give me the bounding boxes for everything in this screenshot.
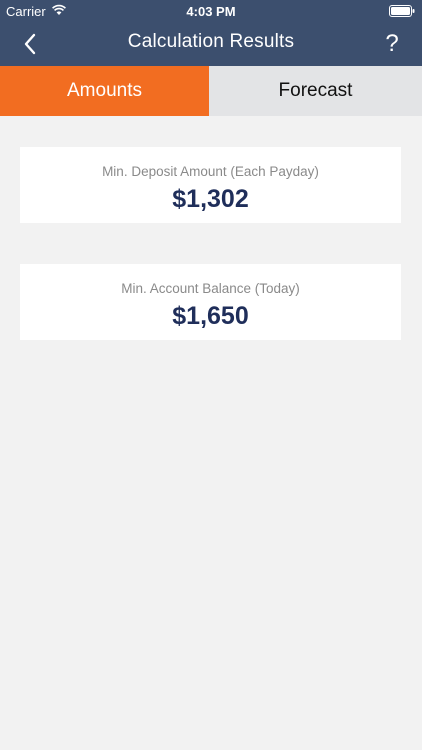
- account-balance-label: Min. Account Balance (Today): [121, 281, 300, 296]
- status-bar: Carrier 4:03 PM: [0, 0, 422, 22]
- tab-amounts[interactable]: Amounts: [0, 66, 209, 116]
- top-bar: Carrier 4:03 PM Calculation Results ?: [0, 0, 422, 66]
- account-balance-card: Min. Account Balance (Today) $1,650: [20, 264, 401, 340]
- account-balance-value: $1,650: [172, 302, 249, 330]
- page-title: Calculation Results: [127, 31, 295, 52]
- battery-icon: [389, 5, 415, 17]
- deposit-amount-value: $1,302: [172, 185, 249, 213]
- chevron-left-icon: [24, 33, 36, 55]
- navigation-bar: Calculation Results ?: [0, 22, 422, 66]
- help-button[interactable]: ?: [376, 27, 408, 61]
- back-button[interactable]: [12, 27, 48, 61]
- deposit-amount-label: Min. Deposit Amount (Each Payday): [102, 164, 319, 179]
- tab-forecast[interactable]: Forecast: [209, 66, 422, 116]
- tab-bar: Amounts Forecast: [0, 66, 422, 116]
- deposit-amount-card: Min. Deposit Amount (Each Payday) $1,302: [20, 147, 401, 223]
- status-time: 4:03 PM: [186, 4, 236, 19]
